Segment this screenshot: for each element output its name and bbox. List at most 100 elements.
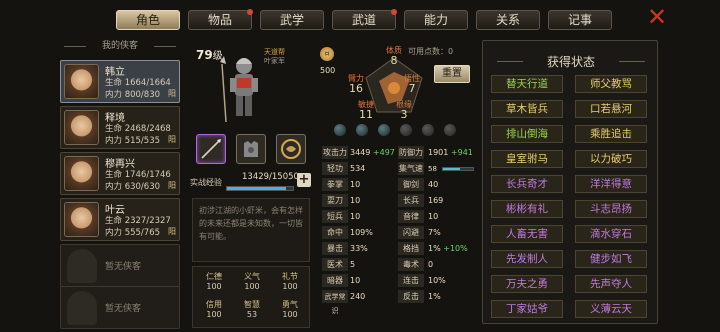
exp-value: 13429/15050 (242, 172, 299, 182)
status-item[interactable]: 丁家姑爷 (491, 300, 563, 318)
tab-abilities[interactable]: 能力 (404, 10, 468, 30)
close-icon[interactable]: ✕ (646, 5, 668, 29)
stat-row: 拳掌 10 御剑 40 (320, 178, 476, 192)
status-item[interactable]: 万夫之勇 (491, 275, 563, 293)
avatar (64, 156, 99, 191)
hero-card[interactable]: 释境 生命 2468/2468 内力 515/535 阳 (60, 106, 180, 149)
hero-card[interactable]: 韩立 生命 1664/1664 内力 800/830 阳 (60, 60, 180, 103)
stat-row: 武学常识 240 反击 1% (320, 290, 476, 315)
status-item[interactable]: 先声夺人 (575, 275, 647, 293)
hero-mp: 内力 630/630 (105, 182, 161, 192)
stat-row: 短兵 10 音律 10 (320, 210, 476, 224)
avatar (64, 110, 99, 145)
hero-hp: 生命 1664/1664 (105, 78, 171, 88)
status-item[interactable]: 师父教骂 (575, 75, 647, 93)
hero-flag: 阳 (168, 135, 176, 144)
status-item[interactable]: 人畜无害 (491, 225, 563, 243)
notification-dot (247, 9, 253, 15)
avatar (64, 64, 99, 99)
stat-row: 轻功534集气速度58 (320, 162, 476, 187)
status-panel: 获得状态 替天行道 师父教骂 草木皆兵 口若悬河 排山倒海 乘胜追击 皇室驸马 以力破巧 长兵奇… (482, 40, 658, 324)
hero-mp: 内力 555/765 (105, 228, 161, 238)
attr-fortune: 根缘 3 (396, 100, 412, 121)
attr-constitution: 体质 8 (386, 46, 402, 67)
character-figure (220, 56, 258, 123)
attr-insight: 悟性 7 (404, 74, 420, 95)
coin-icon: ¤ (320, 47, 334, 61)
status-item[interactable]: 长兵奇才 (491, 175, 563, 193)
virtues-panel: 仁德 100 义气 100 礼节 100 信用 100 智慧 53 勇气 100 (192, 266, 310, 328)
status-item[interactable]: 斗志昂扬 (575, 200, 647, 218)
stat-row: 暴击 33% 格挡 1% +10% (320, 242, 476, 256)
status-item[interactable]: 排山倒海 (491, 125, 563, 143)
status-item[interactable]: 口若悬河 (575, 100, 647, 118)
skill-orbs (334, 124, 474, 138)
hero-list-title: 我的侠客 (58, 36, 182, 56)
speed-bar (442, 167, 474, 171)
hero-card[interactable]: 叶云 生命 2327/2327 内力 555/765 阳 (60, 198, 180, 241)
silhouette-icon (67, 291, 97, 325)
status-item[interactable]: 先发制人 (491, 250, 563, 268)
armor-icon (244, 141, 258, 157)
status-item[interactable]: 草木皆兵 (491, 100, 563, 118)
hero-mp: 内力 800/830 (105, 90, 161, 100)
available-points: 可用点数：0 (408, 47, 454, 56)
virtue-item: 仁德 100 (206, 272, 222, 291)
empty-hero-slot: 暂无侠客 (60, 286, 180, 329)
status-item[interactable]: 健步如飞 (575, 250, 647, 268)
stat-row: 耍刀 10 长兵 169 (320, 194, 476, 208)
virtue-item: 信用 100 (206, 300, 222, 319)
equip-weapon-slot[interactable] (196, 134, 226, 164)
equip-accessory-slot[interactable] (276, 134, 306, 164)
virtue-item: 勇气 100 (282, 300, 298, 319)
character-bio: 初涉江湖的小虾米，会有怎样的未来还都是未知数，一切皆有可能。 (192, 198, 310, 262)
status-item[interactable]: 皇室驸马 (491, 150, 563, 168)
status-item[interactable]: 替天行道 (491, 75, 563, 93)
exp-label: 实战经验 (190, 178, 222, 187)
stat-row: 医术 5 毒术 0 (320, 258, 476, 272)
hero-flag: 阳 (168, 227, 176, 236)
tab-journal[interactable]: 记事 (548, 10, 612, 30)
virtue-item: 智慧 53 (244, 300, 260, 319)
add-exp-button[interactable]: + (297, 173, 311, 187)
accessory-icon (281, 139, 301, 159)
tab-bar: 角色 物品 武学 武道 能力 关系 记事 (116, 9, 616, 30)
exp-bar (226, 186, 294, 191)
silhouette-icon (67, 249, 97, 283)
hero-hp: 生命 2468/2468 (105, 124, 171, 134)
orb-icon (422, 124, 434, 136)
status-item[interactable]: 滴水穿石 (575, 225, 647, 243)
hero-card[interactable]: 穆再兴 生命 1746/1746 内力 630/630 阳 (60, 152, 180, 195)
status-item[interactable]: 洋洋得意 (575, 175, 647, 193)
orb-icon (400, 124, 412, 136)
equip-armor-slot[interactable] (236, 134, 266, 164)
tab-relations[interactable]: 关系 (476, 10, 540, 30)
money-value: 500 (320, 66, 336, 75)
orb-icon (356, 124, 368, 136)
status-item[interactable]: 乘胜追击 (575, 125, 647, 143)
attr-agility: 敏捷 11 (358, 100, 374, 121)
status-item[interactable]: 以力破巧 (575, 150, 647, 168)
reset-button[interactable]: 重置 (434, 65, 470, 83)
tab-martial-arts[interactable]: 武学 (260, 10, 324, 30)
character-panel: 79级 天道帮 叶家军 实战经验 13429/15050 + 初涉江湖的小虾米，… (188, 40, 314, 328)
stat-row: 命中 109% 闪避 7% (320, 226, 476, 240)
status-item[interactable]: 彬彬有礼 (491, 200, 563, 218)
speed-fill (443, 168, 461, 170)
orb-icon (444, 124, 456, 136)
spear-icon (201, 139, 221, 159)
stats-table: 攻击力3449 +497防御力1901 +941 轻功534集气速度58 拳掌1… (320, 146, 476, 315)
stat-row: 攻击力 3449 +497 防御力 1901 +941 (322, 146, 473, 159)
tab-character[interactable]: 角色 (116, 10, 180, 30)
hero-flag: 阳 (168, 181, 176, 190)
status-item[interactable]: 义薄云天 (575, 300, 647, 318)
hero-mp: 内力 515/535 (105, 136, 161, 146)
stat-row: 暗器 10 连击 10% (320, 274, 476, 288)
virtue-item: 礼节 100 (282, 272, 298, 291)
avatar (64, 202, 99, 237)
tab-martial-way[interactable]: 武道 (332, 9, 397, 30)
hero-list: 我的侠客 韩立 生命 1664/1664 内力 800/830 阳 释境 生命 … (58, 36, 182, 329)
hero-hp: 生命 2327/2327 (105, 216, 171, 226)
tab-items[interactable]: 物品 (188, 9, 253, 30)
virtue-item: 义气 100 (244, 272, 260, 291)
